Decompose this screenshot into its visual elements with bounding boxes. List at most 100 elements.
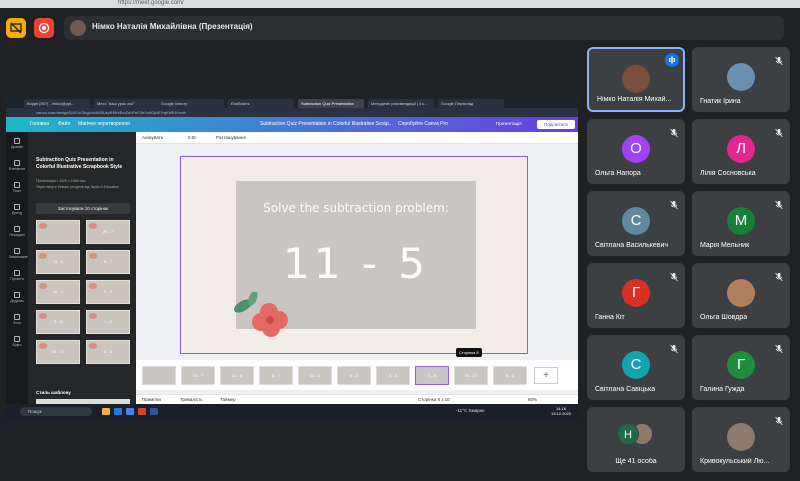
participant-tile[interactable]: Кривокульський Лю... xyxy=(692,407,790,472)
template-thumbnail[interactable]: 8 - 7 xyxy=(86,250,130,274)
flower-decoration-icon xyxy=(233,292,288,337)
mic-off-icon xyxy=(669,125,679,138)
participant-tile[interactable]: Л Лілія Сосновська xyxy=(692,119,790,184)
canva-share-button[interactable]: Поділитися xyxy=(537,120,575,129)
filmstrip-page[interactable]: 20 - 7 xyxy=(181,366,215,385)
shared-address-text: canva.com/design/DAFcK3bgc/n/dM0UsyRfWzE… xyxy=(36,110,186,115)
participant-photo xyxy=(727,423,755,451)
avatar-initial: С xyxy=(622,207,650,235)
arrange-button[interactable]: Розташування xyxy=(216,135,246,140)
rail-item-label: Додатки xyxy=(10,299,24,303)
record-icon xyxy=(38,22,50,34)
template-thumbnail[interactable]: 8 - 3 xyxy=(86,340,130,364)
filmstrip-page[interactable] xyxy=(142,366,176,385)
browser-url: https://meet.google.com/ xyxy=(118,0,184,6)
slide-equation: 11 - 5 xyxy=(282,239,430,288)
rail-item-icon xyxy=(14,292,20,298)
template-creator[interactable]: Переглянути більше ресурсів від Taylor A… xyxy=(36,185,128,190)
canva-file[interactable]: Файл xyxy=(58,121,70,127)
rail-item-icon xyxy=(14,336,20,342)
filmstrip-page[interactable]: 9 - 2 xyxy=(337,366,371,385)
canva-home[interactable]: Головна xyxy=(30,121,49,127)
filmstrip-page[interactable]: 8 - 3 xyxy=(493,366,527,385)
filmstrip-page[interactable]: 20 - 17 xyxy=(454,366,488,385)
rail-item-icon xyxy=(14,182,20,188)
rail-item[interactable]: Текст xyxy=(9,182,25,193)
rail-item[interactable]: Дизайн xyxy=(9,138,25,149)
zoom-level[interactable]: 80% xyxy=(528,397,537,402)
duration-button[interactable]: 5.0с xyxy=(188,135,197,140)
timer-button[interactable]: Таймер xyxy=(220,397,236,402)
filmstrip-page[interactable]: 1 - 5 xyxy=(415,366,449,385)
browser-tab[interactable]: Месс "ваш урок ask" xyxy=(94,99,160,108)
rail-item-label: Передані xyxy=(9,233,25,237)
canva-doc-title[interactable]: Subtraction Quiz Presentation in Colorfu… xyxy=(260,121,393,127)
presentation-chip[interactable]: Німко Наталія Михайлівна (Презентація) xyxy=(64,16,784,40)
template-thumbnail[interactable]: 11 - 5 xyxy=(36,250,80,274)
participant-tile[interactable]: Гнатик Ірина xyxy=(692,47,790,112)
canva-header: Головна Файл Магічне перетворення Subtra… xyxy=(6,117,578,132)
style-heading: Стиль шаблону xyxy=(36,390,71,395)
duration-footer-button[interactable]: Тривалість xyxy=(180,397,203,402)
rail-item[interactable]: Додатки xyxy=(9,292,25,303)
filmstrip-page[interactable]: 8 - 7 xyxy=(259,366,293,385)
powerpoint-app-icon[interactable] xyxy=(138,408,146,415)
rail-item[interactable]: Відео xyxy=(9,336,25,347)
rail-item[interactable]: Завантаження xyxy=(9,248,32,259)
participant-tile[interactable]: С Світлана Василькевич xyxy=(587,191,685,256)
template-thumbnail[interactable]: 10 - 1 xyxy=(36,280,80,304)
canva-pro[interactable]: Спробуйте Canva Pro xyxy=(398,121,448,127)
record-button[interactable] xyxy=(34,18,54,38)
browser-tab[interactable]: Методичні рекомендації | 4 к... xyxy=(368,99,434,108)
template-panel: Subtraction Quiz Presentation in Colorfu… xyxy=(28,132,136,404)
participant-name: Гнатик Ірина xyxy=(700,98,741,105)
participant-name: Ольга Шовдра xyxy=(700,314,748,321)
participant-tile[interactable]: Н Ще 41 особа xyxy=(587,407,685,472)
canva-magic[interactable]: Магічне перетворення xyxy=(78,121,130,127)
rail-item[interactable]: Елементи xyxy=(9,160,25,171)
canva-editor: Анімувати 5.0с Розташування Solve the su… xyxy=(136,132,578,419)
template-thumbnail[interactable]: 9 - 2 xyxy=(86,280,130,304)
template-thumbnail[interactable]: 20 - 17 xyxy=(36,340,80,364)
browser-tab[interactable]: EduBrains xyxy=(228,99,294,108)
rail-item[interactable]: Фото xyxy=(9,314,25,325)
animate-button[interactable]: Анімувати xyxy=(142,135,163,140)
participant-tile[interactable]: Німко Наталія Михай... xyxy=(587,47,685,112)
word-app-icon[interactable] xyxy=(150,408,158,415)
filmstrip-page[interactable]: 10 - 1 xyxy=(298,366,332,385)
participant-name: Ганна Кіт xyxy=(595,314,625,321)
explorer-app-icon[interactable] xyxy=(102,408,110,415)
template-thumbnail[interactable]: 1 - 5 xyxy=(86,310,130,334)
canva-present-button[interactable]: Презентація xyxy=(496,121,522,126)
browser-tab[interactable]: Google Ілюстр xyxy=(158,99,224,108)
template-thumbnail[interactable]: 20 - 7 xyxy=(86,220,130,244)
participant-tile[interactable]: С Світлана Савіцька xyxy=(587,335,685,400)
filmstrip-page[interactable]: 3 - 3 xyxy=(376,366,410,385)
participant-tile[interactable]: М Марія Мельник xyxy=(692,191,790,256)
chrome-app-icon[interactable] xyxy=(126,408,134,415)
participant-tile[interactable]: О Ольга Напора xyxy=(587,119,685,184)
current-slide[interactable]: Solve the subtraction problem: 11 - 5 xyxy=(180,156,528,354)
rail-item[interactable]: Бренд xyxy=(9,204,25,215)
participant-tile[interactable]: Г Ганна Кіт xyxy=(587,263,685,328)
rail-item-label: Текст xyxy=(12,189,22,193)
filmstrip-page[interactable]: 11 - 5 xyxy=(220,366,254,385)
rail-item[interactable]: Проєкти xyxy=(9,270,25,281)
add-page-button[interactable]: + xyxy=(534,367,558,384)
participant-tile[interactable]: Г Галина Гужда xyxy=(692,335,790,400)
notes-button[interactable]: Примітки xyxy=(142,397,161,402)
apply-pages-button[interactable]: Застосувати 10 сторінок xyxy=(36,203,130,214)
browser-tab[interactable]: Вхідні (597) - ninko@ppt... xyxy=(24,99,90,108)
edge-app-icon[interactable] xyxy=(114,408,122,415)
template-thumbnail[interactable]: 3 - 3 xyxy=(36,310,80,334)
rail-item-icon xyxy=(14,270,20,276)
browser-tab[interactable]: Google Переклад xyxy=(438,99,504,108)
template-thumbnail[interactable] xyxy=(36,220,80,244)
browser-tab[interactable]: Subtraction Quiz Presentation xyxy=(298,99,364,108)
participant-photo xyxy=(727,63,755,91)
participant-tile[interactable]: Ольга Шовдра xyxy=(692,263,790,328)
stop-presenting-button[interactable] xyxy=(6,18,26,38)
rail-item[interactable]: Передані xyxy=(9,226,25,237)
participant-name: Ще 41 особа xyxy=(615,458,657,465)
taskbar-search[interactable]: Пошук xyxy=(20,407,92,416)
